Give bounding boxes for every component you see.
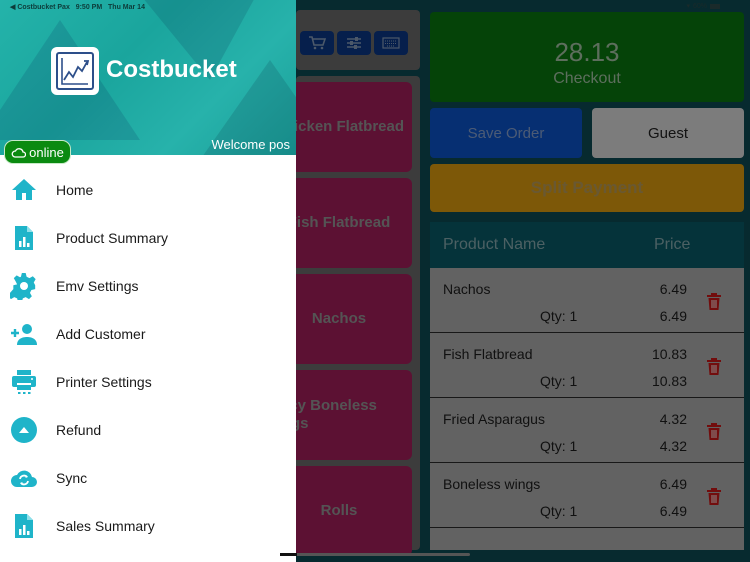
order-row[interactable]: Fish Flatbread 10.83 Qty: 1 10.83: [430, 333, 744, 398]
item-price: 6.49: [659, 281, 687, 297]
add-user-icon: [10, 320, 38, 348]
wifi-icon: ▾: [686, 3, 690, 10]
trash-icon[interactable]: [706, 292, 722, 310]
gear-icon: [10, 272, 38, 300]
checkout-label: Checkout: [553, 70, 621, 87]
brand-logo: [51, 47, 99, 95]
menu-item-home[interactable]: Home: [0, 166, 296, 214]
trash-icon[interactable]: [706, 487, 722, 505]
online-label: online: [29, 144, 64, 160]
status-bar-left: ◀ Costbucket Pax 9:50 PM Thu Mar 14: [10, 3, 145, 11]
cart-button[interactable]: [300, 31, 334, 55]
status-time: 9:50 PM: [75, 4, 103, 11]
checkout-total: 28.13: [554, 37, 620, 67]
battery-percent: 60%: [692, 2, 707, 10]
item-line-total: 6.49: [659, 503, 687, 519]
trash-icon[interactable]: [706, 422, 722, 440]
menu-label: Add Customer: [56, 326, 146, 342]
cart-icon: [309, 36, 326, 50]
drawer-header: ◀ Costbucket Pax 9:50 PM Thu Mar 14 Cost…: [0, 0, 296, 155]
item-price: 4.32: [659, 411, 687, 427]
menu-item-product-summary[interactable]: Product Summary: [0, 214, 296, 262]
report-icon: [10, 512, 38, 540]
save-order-button[interactable]: Save Order: [430, 108, 582, 158]
order-row[interactable]: Fried Asparagus 4.32 Qty: 1 4.32: [430, 398, 744, 463]
back-to-app[interactable]: ◀ Costbucket Pax: [10, 4, 70, 11]
home-indicator-left: [280, 553, 297, 556]
arrow-up-circle-icon: [10, 416, 38, 444]
menu-label: Emv Settings: [56, 278, 139, 294]
product-grid: Chicken Flatbread Fish Flatbread Nachos …: [236, 76, 420, 556]
item-line-total: 10.83: [651, 373, 687, 389]
order-row[interactable]: Boneless wings 6.49 Qty: 1 6.49: [430, 463, 744, 528]
online-status-badge: online: [4, 140, 71, 164]
menu-item-add-customer[interactable]: Add Customer: [0, 310, 296, 358]
order-table: Product Name Price Nachos 6.49 Qty: 1 6.49 F…: [430, 222, 744, 550]
brand-name: Costbucket: [106, 56, 237, 83]
side-drawer: ◀ Costbucket Pax 9:50 PM Thu Mar 14 Cost…: [0, 0, 296, 562]
menu-item-printer-settings[interactable]: Printer Settings: [0, 358, 296, 406]
left-column: Chicken Flatbread Fish Flatbread Nachos …: [236, 10, 420, 556]
menu-label: Sales Summary: [56, 518, 155, 534]
header-product-name: Product Name: [443, 236, 546, 253]
item-qty: Qty: 1: [540, 503, 578, 519]
menu-item-sales-summary[interactable]: Sales Summary: [0, 502, 296, 550]
item-qty: Qty: 1: [540, 373, 578, 389]
item-name: Fish Flatbread: [443, 346, 533, 362]
order-row[interactable]: Nachos 6.49 Qty: 1 6.49: [430, 268, 744, 333]
settings-button[interactable]: [337, 31, 371, 55]
checkout-button[interactable]: 28.13 Checkout: [430, 12, 744, 102]
item-price: 10.83: [651, 346, 687, 362]
menu-item-sync[interactable]: Sync: [0, 454, 296, 502]
home-indicator[interactable]: [280, 553, 470, 556]
status-date: Thu Mar 14: [108, 4, 145, 11]
item-line-total: 4.32: [659, 438, 687, 454]
welcome-text: Welcome pos: [211, 137, 290, 152]
item-line-total: 6.49: [659, 308, 687, 324]
sliders-icon: [347, 37, 361, 49]
menu-label: Home: [56, 182, 94, 198]
menu-label: Refund: [56, 422, 102, 438]
toolbar: [296, 10, 420, 70]
menu-item-emv-settings[interactable]: Emv Settings: [0, 262, 296, 310]
item-price: 6.49: [659, 476, 687, 492]
menu-label: Printer Settings: [56, 374, 152, 390]
menu-label: Sync: [56, 470, 88, 486]
item-qty: Qty: 1: [540, 308, 578, 324]
split-payment-button[interactable]: Split Payment: [430, 164, 744, 212]
status-indicators: ▾ 60%: [686, 2, 720, 10]
home-icon: [10, 176, 38, 204]
cloud-sync-icon: [10, 464, 38, 492]
guest-button[interactable]: Guest: [592, 108, 744, 158]
keyboard-button[interactable]: [374, 31, 408, 55]
battery-icon: [710, 3, 720, 9]
keyboard-icon: [382, 37, 400, 49]
menu-label: Product Summary: [56, 230, 169, 246]
menu-item-refund[interactable]: Refund: [0, 406, 296, 454]
item-name: Boneless wings: [443, 476, 541, 492]
item-name: Nachos: [443, 281, 491, 297]
item-name: Fried Asparagus: [443, 411, 545, 427]
drawer-menu: Home Product Summary Emv Settings Add Cu…: [0, 166, 296, 550]
item-qty: Qty: 1: [540, 438, 578, 454]
cloud-icon: [11, 147, 27, 158]
trash-icon[interactable]: [706, 357, 722, 375]
printer-icon: [10, 368, 38, 396]
header-price: Price: [654, 236, 691, 253]
report-icon: [10, 224, 38, 252]
chart-growth-icon: [56, 52, 94, 90]
order-table-header: Product Name Price: [430, 222, 744, 268]
